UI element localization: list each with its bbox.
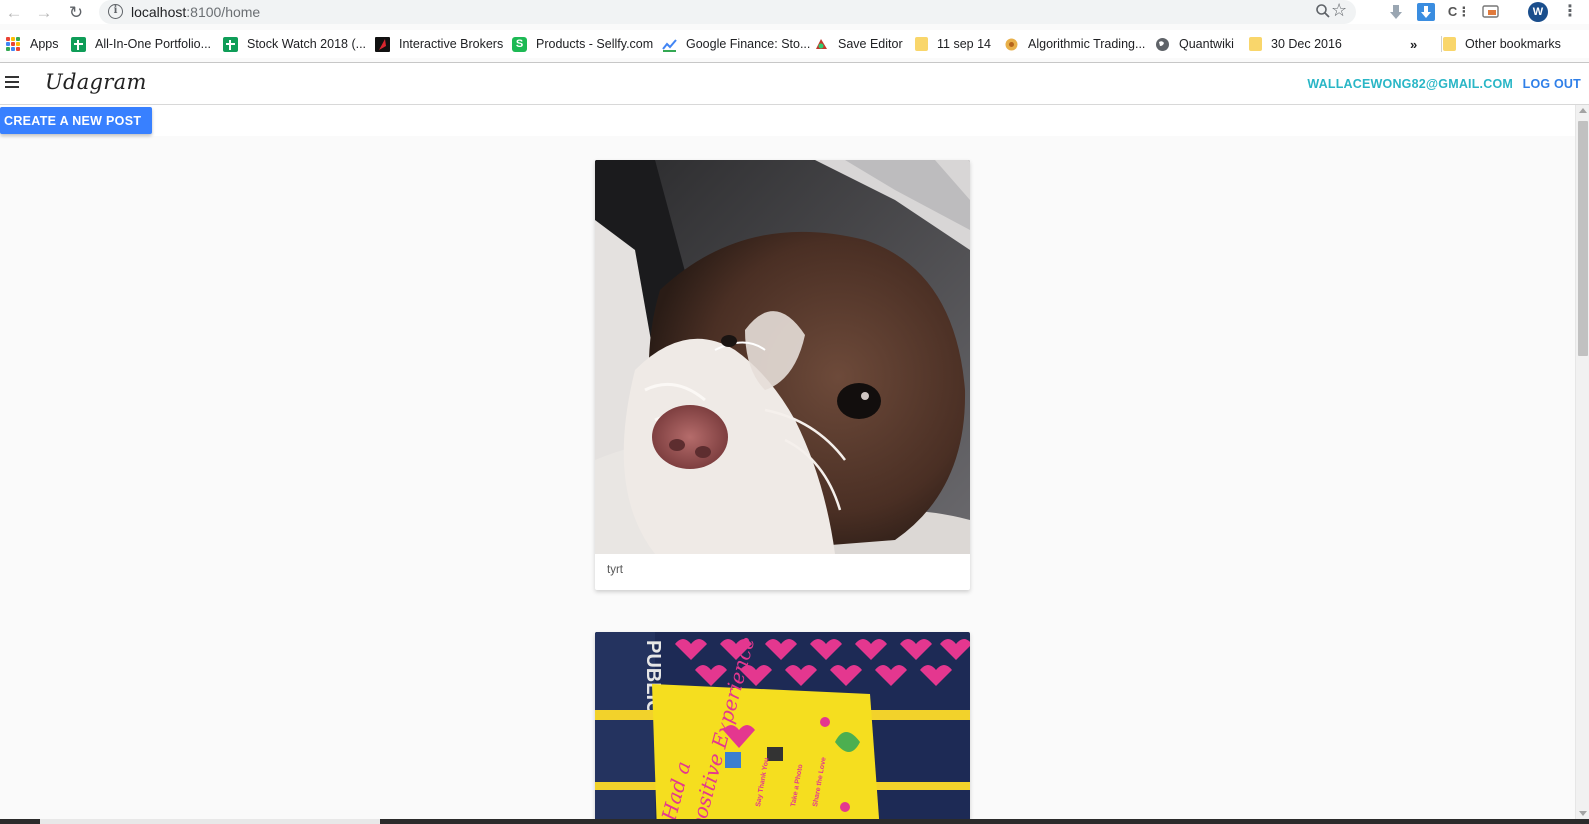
bookmark-11-sep-14[interactable]: 11 sep 14 [915, 35, 991, 53]
url-host: localhost [131, 4, 187, 20]
action-strip: CREATE A NEW POST [0, 105, 1575, 136]
app-toolbar: Udagram WALLACEWONG82@GMAIL.COM LOG OUT [0, 63, 1589, 105]
url-bar[interactable]: i localhost:8100/home ☆ [99, 0, 1356, 24]
bookmark-apps[interactable]: Apps [6, 35, 59, 53]
bookmark-interactive-brokers[interactable]: Interactive Brokers [375, 35, 503, 53]
folder-icon [1249, 37, 1262, 51]
bookmark-label: 11 sep 14 [937, 37, 991, 51]
bookmark-algorithmic-trading[interactable]: Algorithmic Trading... [1004, 35, 1145, 53]
create-post-button[interactable]: CREATE A NEW POST [0, 107, 153, 134]
back-arrow-icon[interactable]: ← [4, 2, 24, 22]
browser-address-bar: ← → ↻ i localhost:8100/home ☆ C⋮ W ⋮ [0, 0, 1589, 24]
user-email-button[interactable]: WALLACEWONG82@GMAIL.COM [1307, 77, 1513, 91]
bookmark-label: Algorithmic Trading... [1028, 37, 1146, 51]
taskbar-segment [40, 819, 380, 824]
feed-content: CREATE A NEW POST tyrt PUBLIC Had a posi… [0, 105, 1575, 819]
bookmark-all-in-one[interactable]: All-In-One Portfolio... [71, 35, 211, 53]
profile-avatar[interactable]: W [1528, 2, 1548, 22]
post-card: PUBLIC Had a positive Experience Take a … [595, 632, 970, 819]
folder-icon [915, 37, 928, 51]
bookmark-label: Save Editor [838, 37, 903, 51]
scroll-thumb[interactable] [1578, 121, 1588, 356]
apps-grid-icon [6, 36, 21, 52]
scroll-down-arrow-icon[interactable] [1579, 811, 1587, 816]
download-blue-icon[interactable] [1417, 3, 1435, 21]
save-editor-icon [814, 37, 829, 52]
post-caption: tyrt [607, 564, 623, 576]
url-path: :8100/home [186, 4, 261, 20]
poster-photo: PUBLIC Had a positive Experience Take a … [595, 632, 970, 819]
forward-arrow-icon[interactable]: → [34, 2, 54, 22]
bookmark-label: Interactive Brokers [399, 37, 504, 51]
bookmark-label: Google Finance: Sto... [686, 37, 811, 51]
page-scrollbar[interactable] [1575, 105, 1589, 819]
logout-button[interactable]: LOG OUT [1523, 77, 1581, 91]
app-title: Udagram [45, 70, 147, 94]
zoom-icon[interactable] [1315, 3, 1331, 24]
kebab-menu-icon[interactable]: ⋮ [1562, 3, 1578, 21]
bookmark-other[interactable]: Other bookmarks [1443, 35, 1561, 53]
info-icon[interactable]: i [108, 4, 123, 19]
bookmark-save-editor[interactable]: Save Editor [814, 35, 903, 53]
bookmarks-overflow-chevron-icon[interactable]: » [1410, 35, 1417, 53]
bookmark-sellfy[interactable]: S Products - Sellfy.com [512, 35, 653, 53]
sheets-icon [71, 36, 86, 52]
algorithmic-trading-icon [1004, 37, 1019, 52]
bookmark-label: Apps [30, 37, 59, 51]
bookmark-label: All-In-One Portfolio... [95, 37, 212, 51]
scroll-up-arrow-icon[interactable] [1579, 108, 1587, 113]
bookmark-label: Products - Sellfy.com [536, 37, 654, 51]
download-grey-icon[interactable] [1387, 3, 1405, 21]
taskbar-strip [0, 819, 1589, 824]
dog-photo [595, 160, 970, 554]
bookmark-label: Other bookmarks [1465, 37, 1561, 51]
hamburger-menu-icon[interactable] [5, 76, 19, 88]
reload-icon[interactable]: ↻ [66, 2, 86, 22]
bookmark-quantwiki[interactable]: Quantwiki [1155, 35, 1234, 53]
google-finance-icon [662, 37, 677, 52]
bookmark-label: Stock Watch 2018 (... [247, 37, 367, 51]
bookmark-label: 30 Dec 2016 [1271, 37, 1342, 51]
extension-c-icon[interactable]: C⋮ [1448, 3, 1470, 21]
cast-icon[interactable] [1481, 3, 1499, 21]
interactive-brokers-icon [375, 36, 390, 52]
sheets-icon [223, 36, 238, 52]
post-card: tyrt [595, 160, 970, 590]
bookmark-label: Quantwiki [1179, 37, 1234, 51]
bookmark-stock-watch[interactable]: Stock Watch 2018 (... [223, 35, 366, 53]
bookmarks-divider [1441, 36, 1442, 52]
url-text[interactable]: localhost:8100/home [131, 4, 260, 20]
globe-icon [1155, 37, 1170, 52]
bookmark-30-dec-2016[interactable]: 30 Dec 2016 [1249, 35, 1342, 53]
bookmark-google-finance[interactable]: Google Finance: Sto... [662, 35, 810, 53]
star-icon[interactable]: ☆ [1331, 1, 1347, 19]
sellfy-s-icon: S [512, 36, 527, 52]
bookmarks-bar: Apps All-In-One Portfolio... Stock Watch… [0, 30, 1589, 58]
folder-icon [1443, 37, 1456, 51]
